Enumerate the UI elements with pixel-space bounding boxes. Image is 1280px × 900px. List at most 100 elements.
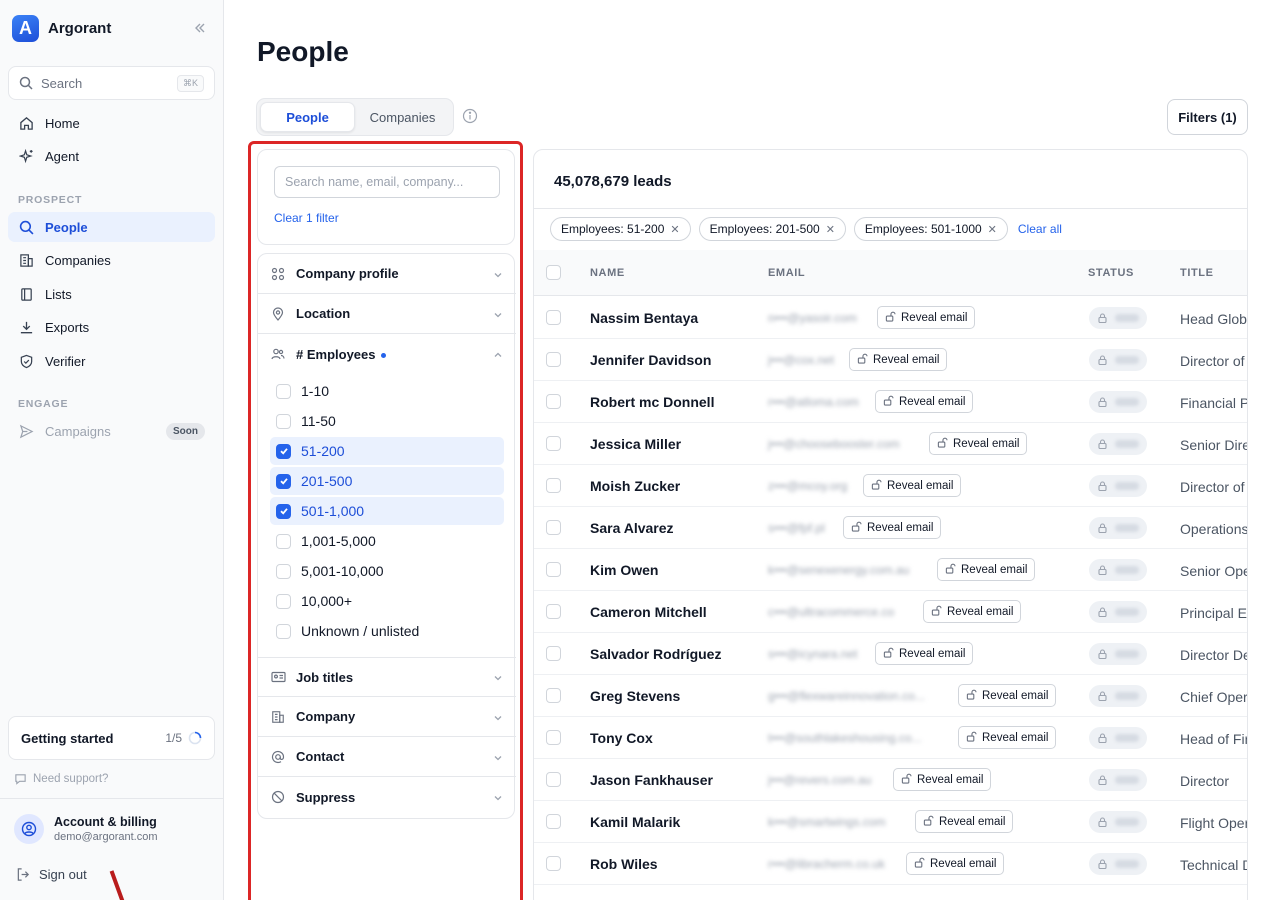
tab-companies[interactable]: Companies (355, 102, 450, 132)
employee-option-201-500[interactable]: 201-500 (270, 467, 504, 495)
column-header-status[interactable]: STATUS (1088, 267, 1134, 279)
reveal-email-button[interactable]: Reveal email (843, 516, 942, 539)
account-billing[interactable]: Account & billing demo@argorant.com (14, 814, 158, 844)
reveal-email-button[interactable]: Reveal email (958, 684, 1057, 707)
row-checkbox[interactable] (546, 310, 561, 325)
clear-all-link[interactable]: Clear all (1018, 222, 1062, 236)
lead-name[interactable]: Jason Fankhauser (590, 772, 713, 788)
sidebar-item-home[interactable]: Home (8, 108, 215, 138)
row-checkbox[interactable] (546, 814, 561, 829)
checkbox-checked[interactable] (276, 473, 291, 489)
sidebar-item-people[interactable]: People (8, 212, 215, 242)
checkbox[interactable] (276, 593, 291, 609)
row-checkbox[interactable] (546, 478, 561, 493)
filter-section-company[interactable]: Company (258, 697, 516, 737)
lead-name[interactable]: Rob Wiles (590, 856, 658, 872)
table-row[interactable]: Tony Cox t•••@southlakeshousing.co... Reve… (534, 717, 1247, 759)
filter-section-company-profile[interactable]: Company profile (258, 254, 516, 294)
filters-button[interactable]: Filters (1) (1167, 99, 1248, 135)
checkbox[interactable] (276, 533, 291, 549)
sidebar-item-lists[interactable]: Lists (8, 279, 215, 309)
checkbox[interactable] (276, 563, 291, 579)
reveal-email-button[interactable]: Reveal email (875, 390, 974, 413)
checkbox-checked[interactable] (276, 443, 291, 459)
row-checkbox[interactable] (546, 436, 561, 451)
employee-option-10000-plus[interactable]: 10,000+ (270, 587, 504, 615)
sidebar-search[interactable]: Search ⌘K (8, 66, 215, 100)
sidebar-item-campaigns[interactable]: Campaigns Soon (8, 416, 215, 446)
remove-chip-icon[interactable]: ✕ (988, 223, 997, 236)
reveal-email-button[interactable]: Reveal email (929, 432, 1028, 455)
reveal-email-button[interactable]: Reveal email (877, 306, 976, 329)
table-row[interactable]: Kim Owen k•••@senexenergy.com.au Reveal em… (534, 549, 1247, 591)
remove-chip-icon[interactable]: ✕ (670, 223, 679, 236)
checkbox[interactable] (276, 413, 291, 429)
table-row[interactable]: Robert mc Donnell r•••@atloma.com Reveal e… (534, 381, 1247, 423)
sidebar-item-companies[interactable]: Companies (8, 245, 215, 275)
brand[interactable]: A Argorant (12, 14, 111, 42)
employee-option-51-200[interactable]: 51-200 (270, 437, 504, 465)
employee-option-1-10[interactable]: 1-10 (270, 377, 504, 405)
employee-option-501-1000[interactable]: 501-1,000 (270, 497, 504, 525)
employee-option-unknown[interactable]: Unknown / unlisted (270, 617, 504, 645)
filter-section-contact[interactable]: Contact (258, 737, 516, 777)
filter-section-job-titles[interactable]: Job titles (258, 657, 516, 697)
lead-name[interactable]: Greg Stevens (590, 688, 680, 704)
sign-out-button[interactable]: Sign out (16, 867, 87, 882)
column-header-email[interactable]: EMAIL (768, 267, 805, 279)
table-row[interactable]: Salvador Rodríguez s•••@icynara.net Reveal… (534, 633, 1247, 675)
lead-name[interactable]: Nassim Bentaya (590, 310, 698, 326)
row-checkbox[interactable] (546, 772, 561, 787)
reveal-email-button[interactable]: Reveal email (906, 852, 1005, 875)
select-all-checkbox[interactable] (546, 265, 561, 280)
row-checkbox[interactable] (546, 730, 561, 745)
lead-name[interactable]: Salvador Rodríguez (590, 646, 721, 662)
filter-chip[interactable]: Employees: 501-1000 ✕ (853, 217, 1008, 241)
reveal-email-button[interactable]: Reveal email (893, 768, 992, 791)
row-checkbox[interactable] (546, 562, 561, 577)
reveal-email-button[interactable]: Reveal email (937, 558, 1036, 581)
row-checkbox[interactable] (546, 352, 561, 367)
sidebar-item-exports[interactable]: Exports (8, 312, 215, 342)
lead-name[interactable]: Sara Alvarez (590, 520, 674, 536)
sidebar-item-agent[interactable]: Agent (8, 141, 215, 171)
table-row[interactable]: Greg Stevens g•••@flexwareinnovation.co..… (534, 675, 1247, 717)
reveal-email-button[interactable]: Reveal email (923, 600, 1022, 623)
reveal-email-button[interactable]: Reveal email (849, 348, 948, 371)
lead-name[interactable]: Moish Zucker (590, 478, 680, 494)
filter-section-location[interactable]: Location (258, 294, 516, 334)
table-row[interactable]: Sara Alvarez s•••@fpf.pl Reveal email Opera… (534, 507, 1247, 549)
filter-section-suppress[interactable]: Suppress (258, 777, 516, 817)
table-row[interactable]: Rob Wiles r•••@libracherm.co.uk Reveal ema… (534, 843, 1247, 885)
reveal-email-button[interactable]: Reveal email (958, 726, 1057, 749)
filter-search-input[interactable]: Search name, email, company... (274, 166, 500, 198)
row-checkbox[interactable] (546, 856, 561, 871)
row-checkbox[interactable] (546, 646, 561, 661)
filter-section-employees[interactable]: # Employees (258, 334, 516, 374)
clear-filter-link[interactable]: Clear 1 filter (274, 211, 339, 225)
table-row[interactable]: Jason Fankhauser j•••@revers.com.au Reveal… (534, 759, 1247, 801)
row-checkbox[interactable] (546, 520, 561, 535)
lead-name[interactable]: Tony Cox (590, 730, 653, 746)
sidebar-item-verifier[interactable]: Verifier (8, 346, 215, 376)
tab-people[interactable]: People (260, 102, 356, 132)
collapse-sidebar-icon[interactable] (190, 18, 210, 38)
lead-name[interactable]: Kim Owen (590, 562, 658, 578)
filter-chip[interactable]: Employees: 201-500 ✕ (698, 217, 846, 241)
lead-name[interactable]: Kamil Malarik (590, 814, 680, 830)
employee-option-5001-10000[interactable]: 5,001-10,000 (270, 557, 504, 585)
info-icon[interactable] (462, 108, 480, 126)
getting-started-card[interactable]: Getting started 1/5 (8, 716, 215, 760)
reveal-email-button[interactable]: Reveal email (863, 474, 962, 497)
table-row[interactable]: Cameron Mitchell c•••@ultracommerce.co Rev… (534, 591, 1247, 633)
lead-name[interactable]: Cameron Mitchell (590, 604, 707, 620)
lead-name[interactable]: Robert mc Donnell (590, 394, 714, 410)
table-row[interactable]: Kamil Malarik k•••@smartwings.com Reveal e… (534, 801, 1247, 843)
filter-chip[interactable]: Employees: 51-200 ✕ (550, 217, 691, 241)
need-support-link[interactable]: Need support? (14, 772, 108, 785)
remove-chip-icon[interactable]: ✕ (826, 223, 835, 236)
checkbox[interactable] (276, 383, 291, 399)
table-row[interactable]: Moish Zucker z•••@mcoy.org Reveal email Dir… (534, 465, 1247, 507)
row-checkbox[interactable] (546, 688, 561, 703)
column-header-title[interactable]: TITLE (1180, 267, 1214, 279)
